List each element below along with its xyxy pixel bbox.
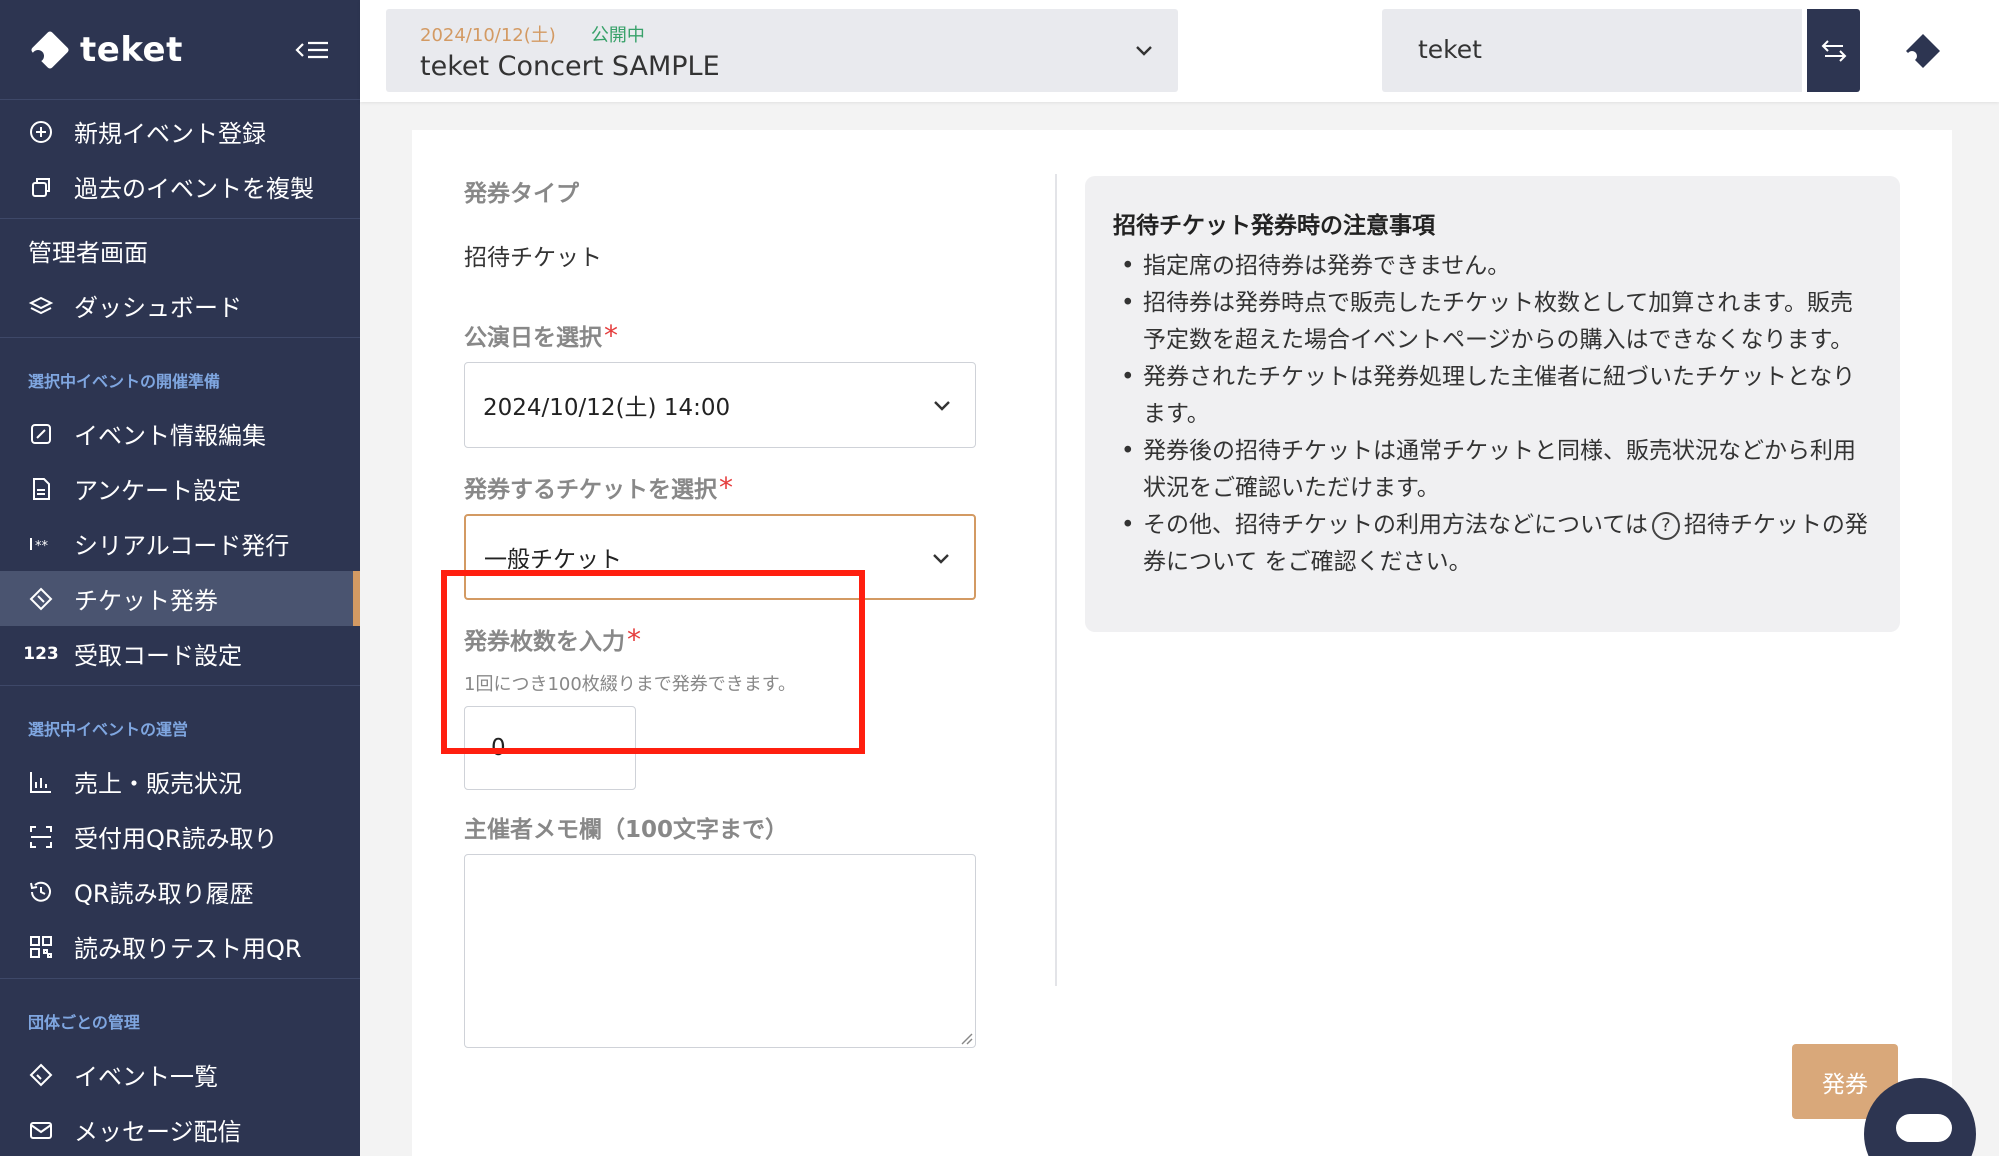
list-item: 発券後の招待チケットは通常チケットと同様、販売状況などから利用状況をご確認いただ… <box>1113 433 1874 507</box>
sidebar-item-sales[interactable]: 売上・販売状況 <box>0 754 360 809</box>
sidebar-item-duplicate-event[interactable]: 過去のイベントを複製 <box>0 159 360 214</box>
event-selector[interactable]: 2024/10/12(土) 公開中 teket Concert SAMPLE <box>386 9 1178 92</box>
column-divider <box>1055 174 1057 986</box>
nav-group-org: 団体ごとの管理 イベント一覧 メッセージ配信 <box>0 979 360 1156</box>
section-label-org: 団体ごとの管理 <box>28 1013 140 1032</box>
notice-box: 招待チケット発券時の注意事項 指定席の招待券は発券できません。 招待券は発券時点… <box>1085 176 1900 632</box>
switch-arrows-icon <box>1821 39 1846 62</box>
sidebar-item-label: シリアルコード発行 <box>74 532 290 560</box>
sidebar-item-event-list[interactable]: イベント一覧 <box>0 1047 360 1102</box>
event-name: teket Concert SAMPLE <box>420 51 720 82</box>
admin-heading[interactable]: 管理者画面 <box>0 223 360 278</box>
required-mark: * <box>604 319 618 352</box>
ticket-type-label: 発券タイプ <box>464 181 579 207</box>
ticket-select-label: 発券するチケットを選択 <box>464 477 717 503</box>
sidebar-item-label: 受取コード設定 <box>74 642 242 670</box>
brand-name: teket <box>80 29 183 70</box>
sidebar-item-label: ダッシュボード <box>74 294 242 322</box>
nav-group-create: 新規イベント登録 過去のイベントを複製 <box>0 100 360 219</box>
notice-text: をご確認ください。 <box>1264 549 1472 575</box>
memo-label: 主催者メモ欄（100文字まで） <box>464 817 789 843</box>
nav-group-admin: 管理者画面 ダッシュボード <box>0 219 360 338</box>
sidebar-item-ticket-issue[interactable]: チケット発券 <box>0 571 360 626</box>
sidebar-item-label: イベント一覧 <box>74 1063 218 1091</box>
svg-text:**: ** <box>35 539 49 554</box>
switch-organization-button[interactable] <box>1807 9 1860 92</box>
notice-title: 招待チケット発券時の注意事項 <box>1113 213 1435 239</box>
performance-date-value: 2024/10/12(土) 14:00 <box>483 395 731 421</box>
chevron-down-icon <box>933 554 949 564</box>
list-item: 招待券は発券時点で販売したチケット枚数として加算されます。販売予定数を超えた場合… <box>1113 285 1874 359</box>
memo-field-group: 主催者メモ欄（100文字まで） <box>464 810 976 1048</box>
history-icon <box>28 879 54 905</box>
ticket-type-value: 招待チケット <box>464 245 602 271</box>
chevron-down-icon <box>934 401 950 411</box>
ticket-select-value: 一般チケット <box>484 547 622 573</box>
sidebar-item-label: メッセージ配信 <box>74 1118 242 1146</box>
qr-scan-icon <box>28 824 54 850</box>
sidebar-item-label: 読み取りテスト用QR <box>74 935 302 963</box>
event-status-badge: 公開中 <box>590 25 645 46</box>
notice-list: 指定席の招待券は発券できません。 招待券は発券時点で販売したチケット枚数として加… <box>1113 248 1874 581</box>
sidebar-item-label: 過去のイベントを複製 <box>74 175 314 203</box>
mail-icon <box>28 1117 54 1143</box>
resize-grip-icon[interactable] <box>959 1031 973 1045</box>
bar-chart-icon <box>28 769 54 795</box>
chevron-down-icon <box>1132 39 1156 63</box>
list-item: 指定席の招待券は発券できません。 <box>1113 248 1874 285</box>
section-label-ops: 選択中イベントの運営 <box>28 720 189 739</box>
sidebar-item-receive-code[interactable]: 123 受取コード設定 <box>0 626 360 681</box>
memo-textarea[interactable] <box>464 854 976 1048</box>
sidebar-item-dashboard[interactable]: ダッシュボード <box>0 278 360 333</box>
serial-code-icon: ** <box>28 531 54 557</box>
plus-circle-icon <box>28 119 54 145</box>
layers-icon <box>28 293 54 319</box>
sidebar-item-label: 新規イベント登録 <box>74 120 266 148</box>
sidebar-item-label: チケット発券 <box>74 587 218 615</box>
ticket-outline-icon <box>28 1062 54 1088</box>
nav-group-prep: 選択中イベントの開催準備 イベント情報編集 アンケート設定 ** シリアルコード… <box>0 338 360 686</box>
required-mark: * <box>719 471 733 504</box>
date-field-group: 公演日を選択* 2024/10/12(土) 14:00 <box>464 318 976 448</box>
sidebar-item-survey[interactable]: アンケート設定 <box>0 461 360 516</box>
help-circle-icon: ? <box>1651 511 1680 540</box>
qr-code-icon <box>28 934 54 960</box>
organization-field[interactable]: teket <box>1382 9 1802 92</box>
highlight-box <box>441 570 865 754</box>
brand-header: teket <box>0 0 360 100</box>
sidebar-item-label: アンケート設定 <box>74 477 242 505</box>
ticket-icon <box>28 586 54 612</box>
event-date: 2024/10/12(土) <box>420 25 556 46</box>
sidebar-item-label: イベント情報編集 <box>74 422 266 450</box>
list-item: その他、招待チケットの利用方法などについては?招待チケットの発券について をご確… <box>1113 507 1874 581</box>
date-label: 公演日を選択 <box>464 325 602 351</box>
list-item: 発券されたチケットは発券処理した主催者に紐づいたチケットとなります。 <box>1113 359 1874 433</box>
sidebar-item-serial-code[interactable]: ** シリアルコード発行 <box>0 516 360 571</box>
nav-group-ops: 選択中イベントの運営 売上・販売状況 受付用QR読み取り QR読み取り履歴 読み… <box>0 686 360 979</box>
sidebar-item-label: QR読み取り履歴 <box>74 880 254 908</box>
topbar: 2024/10/12(土) 公開中 teket Concert SAMPLE t… <box>360 0 1999 102</box>
sidebar: teket 新規イベント登録 過去のイベントを複製 管理者画面 ダッシュボード … <box>0 0 360 1156</box>
sidebar-item-test-qr[interactable]: 読み取りテスト用QR <box>0 919 360 974</box>
teket-logo-icon <box>28 28 72 72</box>
sidebar-item-edit-event[interactable]: イベント情報編集 <box>0 406 360 461</box>
sidebar-item-label: 売上・販売状況 <box>74 770 242 798</box>
document-icon <box>28 476 54 502</box>
sidebar-item-label: 受付用QR読み取り <box>74 825 278 853</box>
ticket-icon[interactable] <box>1900 28 1946 74</box>
numbers-123-icon: 123 <box>23 643 59 664</box>
notice-text: その他、招待チケットの利用方法などについては <box>1143 512 1648 538</box>
sidebar-item-qr-reader[interactable]: 受付用QR読み取り <box>0 809 360 864</box>
sidebar-item-messages[interactable]: メッセージ配信 <box>0 1102 360 1156</box>
copy-icon <box>28 174 54 200</box>
section-label-prep: 選択中イベントの開催準備 <box>28 372 221 391</box>
sidebar-item-qr-history[interactable]: QR読み取り履歴 <box>0 864 360 919</box>
sidebar-item-new-event[interactable]: 新規イベント登録 <box>0 104 360 159</box>
performance-date-select[interactable]: 2024/10/12(土) 14:00 <box>464 362 976 448</box>
edit-icon <box>28 421 54 447</box>
collapse-sidebar-icon[interactable] <box>294 36 330 64</box>
